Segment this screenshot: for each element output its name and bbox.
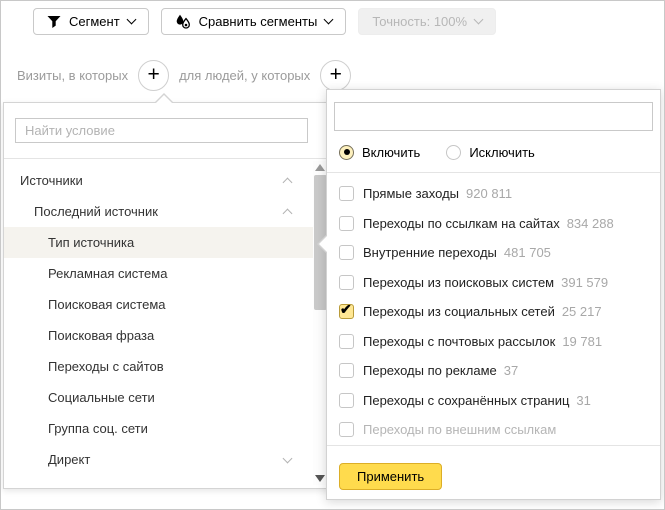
checkbox[interactable]: ✔ [339, 363, 354, 378]
option-label: Внутренние переходы [363, 245, 497, 260]
option-row[interactable]: ✔ Переходы из социальных сетей 25 217 [327, 297, 660, 327]
tree-item[interactable]: Рекламная система [4, 258, 331, 289]
option-label: Переходы с сохранённых страниц [363, 393, 569, 408]
precision-label: Точность: 100% [372, 14, 467, 29]
divider [4, 158, 331, 159]
tree-item[interactable]: Поисковая система [4, 289, 331, 320]
chevron-down-icon [324, 15, 334, 25]
tree-item[interactable]: Тип источника [4, 227, 331, 258]
filter-funnel-icon [47, 15, 61, 29]
plus-icon: + [330, 64, 342, 85]
tree-item[interactable]: Источники [4, 165, 331, 196]
option-label: Переходы из социальных сетей [363, 304, 555, 319]
option-row[interactable]: ✔ Переходы по внешним ссылкам [327, 415, 660, 445]
apply-button[interactable]: Применить [339, 463, 442, 490]
divider [327, 445, 660, 446]
exclude-radio[interactable]: Исключить [446, 145, 535, 160]
option-label: Прямые заходы [363, 186, 459, 201]
tree-item-label: Источники [20, 173, 83, 188]
option-row[interactable]: ✔ Переходы с сохранённых страниц 31 [327, 386, 660, 416]
tree-item-label: Переходы с сайтов [48, 359, 164, 374]
condition-tree-panel: Источники Последний источник Тип источни… [3, 102, 332, 489]
checkbox[interactable]: ✔ [339, 186, 354, 201]
segment-button[interactable]: Сегмент [33, 8, 149, 35]
option-count: 481 705 [504, 245, 551, 260]
precision-button[interactable]: Точность: 100% [358, 8, 496, 35]
radio-selected-icon [339, 145, 354, 160]
tree-item[interactable]: Переходы с сайтов [4, 351, 331, 382]
add-people-condition-button[interactable]: + [320, 60, 351, 91]
scroll-up-arrow-icon[interactable] [315, 164, 325, 171]
option-row[interactable]: ✔ Внутренние переходы 481 705 [327, 238, 660, 268]
chevron-down-icon [474, 15, 484, 25]
option-count: 834 288 [567, 216, 614, 231]
radio-unselected-icon [446, 145, 461, 160]
option-count: 25 217 [562, 304, 602, 319]
tree-item[interactable]: Группа соц. сети [4, 413, 331, 444]
condition-tree: Источники Последний источник Тип источни… [4, 165, 331, 475]
option-label: Переходы по рекламе [363, 363, 497, 378]
tree-item-label: Поисковая система [48, 297, 166, 312]
condition-bar: Визиты, в которых + для людей, у которых… [17, 60, 351, 91]
exclude-radio-label: Исключить [469, 145, 535, 160]
tree-item-label: Социальные сети [48, 390, 155, 405]
option-count: 37 [504, 363, 518, 378]
people-condition-label: для людей, у которых [179, 68, 310, 83]
tree-item-label: Поисковая фраза [48, 328, 154, 343]
chevron-down-icon [126, 15, 136, 25]
option-row[interactable]: ✔ Переходы с почтовых рассылок 19 781 [327, 327, 660, 357]
tree-item-label: Группа соц. сети [48, 421, 148, 436]
chevron-icon [283, 453, 293, 463]
option-filter-input[interactable] [334, 102, 653, 131]
option-row[interactable]: ✔ Переходы из поисковых систем 391 579 [327, 268, 660, 298]
option-label: Переходы по ссылкам на сайтах [363, 216, 560, 231]
include-exclude-radios: Включить Исключить [339, 143, 535, 161]
option-count: 920 811 [466, 186, 512, 201]
condition-search-input[interactable] [15, 118, 308, 143]
option-label: Переходы по внешним ссылкам [363, 422, 556, 437]
option-label: Переходы из поисковых систем [363, 275, 554, 290]
tree-item[interactable]: Поисковая фраза [4, 320, 331, 351]
checkbox[interactable]: ✔ [339, 334, 354, 349]
checkbox[interactable]: ✔ [339, 275, 354, 290]
checkbox[interactable]: ✔ [339, 393, 354, 408]
include-radio-label: Включить [362, 145, 420, 160]
chevron-icon [283, 178, 293, 188]
chevron-icon [283, 209, 293, 219]
toolbar: Сегмент Сравнить сегменты Точность: 100% [33, 8, 496, 35]
option-count: 391 579 [561, 275, 608, 290]
checkbox[interactable]: ✔ [339, 304, 354, 319]
tree-item[interactable]: Социальные сети [4, 382, 331, 413]
checkbox[interactable]: ✔ [339, 245, 354, 260]
option-row[interactable]: ✔ Прямые заходы 920 811 [327, 179, 660, 209]
add-visit-condition-button[interactable]: + [138, 60, 169, 91]
divider [327, 172, 660, 173]
tree-item[interactable]: Последний источник [4, 196, 331, 227]
checkbox[interactable]: ✔ [339, 216, 354, 231]
option-label: Переходы с почтовых рассылок [363, 334, 555, 349]
option-count: 31 [576, 393, 590, 408]
option-row[interactable]: ✔ Переходы по ссылкам на сайтах 834 288 [327, 209, 660, 239]
compare-segments-button[interactable]: Сравнить сегменты [161, 8, 347, 35]
droplets-icon [175, 14, 191, 30]
visits-condition-label: Визиты, в которых [17, 68, 128, 83]
tree-item-label: Последний источник [34, 204, 158, 219]
checkmark-icon: ✔ [340, 301, 352, 318]
checkbox[interactable]: ✔ [339, 422, 354, 437]
tree-item-label: Директ [48, 452, 90, 467]
scroll-down-arrow-icon[interactable] [315, 475, 325, 482]
tree-item[interactable]: Директ [4, 444, 331, 475]
plus-icon: + [147, 64, 159, 85]
option-count: 19 781 [562, 334, 602, 349]
compare-segments-label: Сравнить сегменты [199, 14, 318, 29]
source-type-popup: Включить Исключить ✔ Прямые заходы 920 8… [326, 89, 661, 500]
tree-item-label: Рекламная система [48, 266, 167, 281]
segment-builder-window: Сегмент Сравнить сегменты Точность: 100%… [0, 0, 665, 510]
source-type-options: ✔ Прямые заходы 920 811 ✔ Переходы по сс… [327, 179, 660, 445]
include-radio[interactable]: Включить [339, 145, 420, 160]
tree-item-label: Тип источника [48, 235, 134, 250]
segment-button-label: Сегмент [69, 14, 120, 29]
option-row[interactable]: ✔ Переходы по рекламе 37 [327, 356, 660, 386]
